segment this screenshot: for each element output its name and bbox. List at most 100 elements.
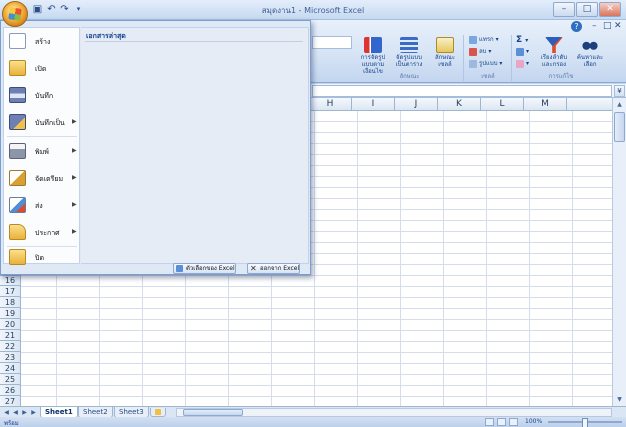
menu-item-publish-label: ประกาศ bbox=[35, 229, 60, 237]
format-table-button[interactable]: จัดรูปแบบเป็นตาราง bbox=[394, 37, 424, 71]
vertical-scroll-thumb[interactable] bbox=[614, 112, 625, 142]
save-disk-icon bbox=[9, 87, 26, 103]
office-logo-icon bbox=[8, 7, 22, 21]
close-folder-icon bbox=[9, 249, 26, 265]
menu-item-open-label: เปิด bbox=[35, 65, 47, 73]
delete-label: ลบ bbox=[479, 48, 487, 55]
exit-excel-button[interactable]: ✕ ออกจาก Excel bbox=[247, 263, 301, 274]
submenu-arrow-icon: ▶ bbox=[72, 201, 77, 208]
row-header[interactable]: 19 bbox=[0, 308, 21, 319]
insert-cells-button[interactable]: แทรก ▾ bbox=[469, 35, 499, 45]
cell-styles-label: ลักษณะเซลล์ bbox=[434, 54, 456, 68]
cells-group-label: เซลล์ bbox=[481, 73, 495, 80]
menu-item-print[interactable]: พิมพ์ ▶ bbox=[4, 139, 79, 165]
row-header[interactable]: 16 bbox=[0, 275, 21, 286]
scroll-up-icon[interactable]: ▲ bbox=[614, 99, 625, 110]
conditional-format-button[interactable]: การจัดรูปแบบตามเงื่อนไข bbox=[358, 37, 388, 75]
exit-x-icon: ✕ bbox=[250, 264, 257, 273]
workbook-close-icon[interactable]: ✕ bbox=[614, 21, 622, 31]
row-header[interactable]: 17 bbox=[0, 286, 21, 297]
row-header[interactable]: 26 bbox=[0, 385, 21, 396]
sort-filter-icon bbox=[545, 37, 563, 53]
status-bar: พร้อม 100% bbox=[0, 417, 626, 427]
format-cells-button[interactable]: รูปแบบ ▾ bbox=[469, 59, 502, 69]
styles-group-label: ลักษณะ bbox=[399, 73, 420, 80]
row-header[interactable]: 21 bbox=[0, 330, 21, 341]
status-text: พร้อม bbox=[4, 420, 19, 427]
menu-item-prepare[interactable]: จัดเตรียม ▶ bbox=[4, 166, 79, 192]
find-select-button[interactable]: ค้นหาและเลือก bbox=[573, 37, 607, 71]
row-header[interactable]: 27 bbox=[0, 396, 21, 406]
menu-item-send-label: ส่ง bbox=[35, 202, 43, 210]
sort-filter-button[interactable]: เรียงลำดับและกรอง bbox=[537, 37, 571, 71]
publish-icon bbox=[9, 224, 26, 240]
office-button[interactable] bbox=[2, 1, 28, 27]
normal-view-icon[interactable] bbox=[485, 418, 494, 426]
new-document-icon bbox=[9, 33, 26, 49]
menu-item-save[interactable]: บันทึก bbox=[4, 83, 79, 109]
autosum-icon: Σ bbox=[516, 35, 523, 45]
format-table-label: จัดรูปแบบเป็นตาราง bbox=[395, 54, 423, 68]
column-header[interactable]: M bbox=[524, 98, 567, 111]
column-header[interactable]: K bbox=[438, 98, 481, 111]
row-header[interactable]: 23 bbox=[0, 352, 21, 363]
menu-item-close[interactable]: ปิด bbox=[4, 239, 79, 265]
format-table-icon bbox=[400, 37, 418, 53]
menu-item-new[interactable]: สร้าง bbox=[4, 29, 79, 55]
formula-expand-icon[interactable]: ¥ bbox=[614, 85, 625, 97]
submenu-arrow-icon: ▶ bbox=[72, 147, 77, 154]
row-header[interactable]: 24 bbox=[0, 363, 21, 374]
workbook-minimize-icon[interactable]: – bbox=[592, 21, 597, 31]
close-button[interactable]: ✕ bbox=[599, 2, 621, 17]
column-header[interactable]: I bbox=[352, 98, 395, 111]
insert-sheet-icon[interactable] bbox=[150, 408, 166, 417]
cell-styles-button[interactable]: ลักษณะเซลล์ bbox=[430, 37, 460, 71]
page-layout-view-icon[interactable] bbox=[497, 418, 506, 426]
excel-options-button[interactable]: ตัวเลือกของ Excel bbox=[173, 263, 236, 274]
insert-label: แทรก bbox=[479, 36, 494, 43]
autosum-button[interactable]: Σ ▾ bbox=[516, 35, 528, 45]
conditional-format-icon bbox=[364, 37, 382, 53]
next-sheet-icon[interactable]: ▶ bbox=[20, 408, 29, 417]
first-sheet-icon[interactable]: ◀ bbox=[2, 408, 11, 417]
fill-button[interactable]: ▾ bbox=[516, 47, 529, 57]
sort-filter-label: เรียงลำดับและกรอง bbox=[540, 54, 568, 68]
minimize-button[interactable]: – bbox=[553, 2, 575, 17]
row-header[interactable]: 22 bbox=[0, 341, 21, 352]
column-header[interactable]: H bbox=[309, 98, 352, 111]
printer-icon bbox=[9, 143, 26, 159]
column-header[interactable]: L bbox=[481, 98, 524, 111]
maximize-button[interactable]: □ bbox=[576, 2, 598, 17]
row-header[interactable]: 25 bbox=[0, 374, 21, 385]
menu-item-open[interactable]: เปิด bbox=[4, 56, 79, 82]
vertical-scrollbar[interactable]: ▲ ▼ bbox=[612, 98, 626, 406]
find-select-label: ค้นหาและเลือก bbox=[576, 54, 604, 68]
ribbon-group-editing: Σ ▾ ▾ ▾ เรียงลำดับและกรอง ค้นหาและเลือก … bbox=[513, 35, 609, 81]
font-size-box[interactable] bbox=[312, 36, 352, 49]
horizontal-scrollbar[interactable] bbox=[176, 408, 612, 417]
column-header[interactable]: J bbox=[395, 98, 438, 111]
scroll-down-icon[interactable]: ▼ bbox=[614, 394, 625, 405]
formula-input[interactable] bbox=[312, 85, 612, 97]
page-break-view-icon[interactable] bbox=[509, 418, 518, 426]
zoom-level[interactable]: 100% bbox=[525, 418, 542, 425]
prev-sheet-icon[interactable]: ◀ bbox=[11, 408, 20, 417]
delete-cells-button[interactable]: ลบ ▾ bbox=[469, 47, 491, 57]
menu-item-save-as-label: บันทึกเป็น bbox=[35, 119, 65, 127]
open-folder-icon bbox=[9, 60, 26, 76]
horizontal-scroll-thumb[interactable] bbox=[183, 409, 243, 416]
menu-item-save-as[interactable]: บันทึกเป็น ▶ bbox=[4, 110, 79, 136]
recent-documents-panel: เอกสารล่าสุด bbox=[81, 27, 309, 264]
clear-eraser-icon bbox=[516, 59, 524, 68]
delete-icon bbox=[469, 47, 477, 56]
menu-item-send[interactable]: ส่ง ▶ bbox=[4, 193, 79, 219]
row-header[interactable]: 18 bbox=[0, 297, 21, 308]
help-icon[interactable]: ? bbox=[571, 21, 582, 32]
zoom-slider[interactable] bbox=[548, 418, 622, 427]
clear-button[interactable]: ▾ bbox=[516, 59, 529, 69]
workbook-restore-icon[interactable]: □ bbox=[603, 21, 612, 31]
last-sheet-icon[interactable]: ▶ bbox=[29, 408, 38, 417]
fill-icon bbox=[516, 47, 524, 56]
office-menu: สร้าง เปิด บันทึก บันทึกเป็น ▶ พิมพ์ ▶ จ… bbox=[0, 20, 311, 275]
row-header[interactable]: 20 bbox=[0, 319, 21, 330]
